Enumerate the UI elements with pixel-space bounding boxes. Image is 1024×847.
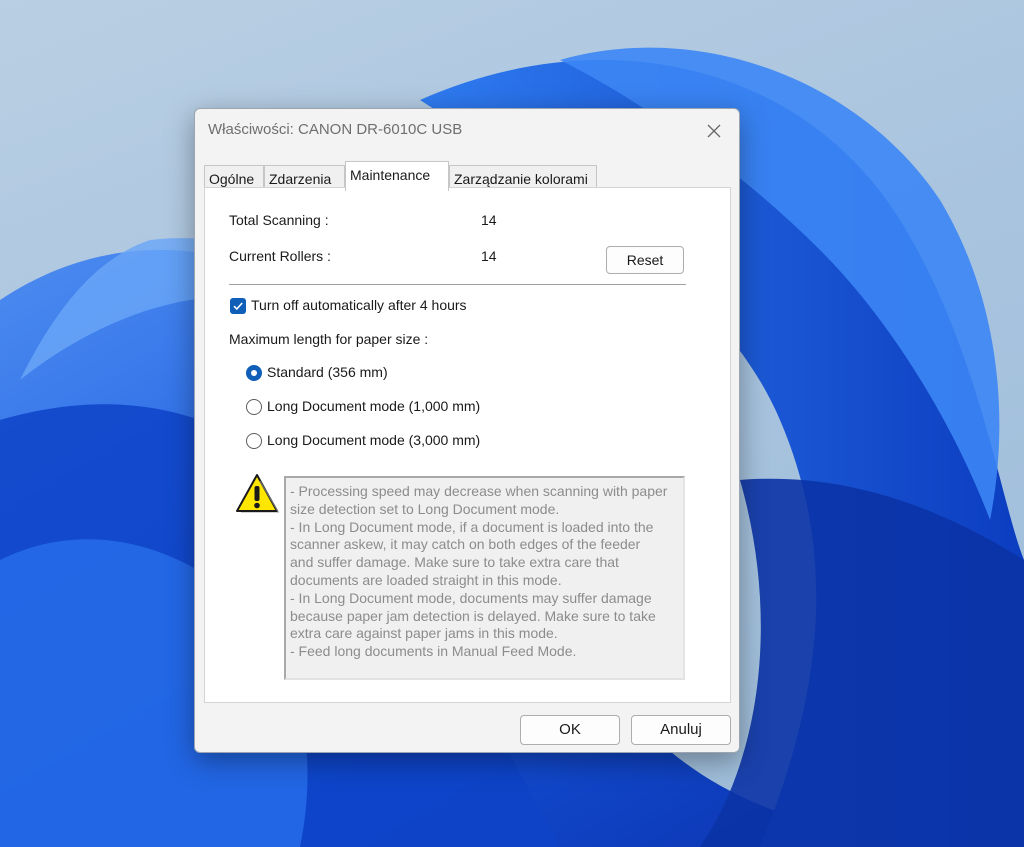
note-line: scanner askew, it may catch on both edge… [290, 536, 641, 553]
radio-long-1000[interactable] [246, 399, 262, 415]
total-scanning-value: 14 [481, 212, 497, 228]
auto-off-checkbox[interactable] [230, 298, 246, 314]
tab-maintenance[interactable]: Maintenance [345, 161, 449, 191]
ok-button[interactable]: OK [520, 715, 620, 745]
warning-notes: - Processing speed may decrease when sca… [284, 476, 685, 680]
radio-long-3000[interactable] [246, 433, 262, 449]
tab-general[interactable]: Ogólne [204, 165, 264, 189]
note-line: - Feed long documents in Manual Feed Mod… [290, 643, 577, 660]
maintenance-panel: Total Scanning : 14 Current Rollers : 14… [204, 187, 731, 703]
radio-long-3000-label[interactable]: Long Document mode (3,000 mm) [267, 432, 480, 448]
current-rollers-value: 14 [481, 248, 497, 264]
note-line: - In Long Document mode, documents may s… [290, 589, 652, 606]
note-line: because paper jam detection is delayed. … [290, 607, 656, 624]
warning-icon [236, 474, 279, 513]
radio-standard-label[interactable]: Standard (356 mm) [267, 364, 388, 380]
note-line: and suffer damage. Make sure to take ext… [290, 554, 619, 571]
note-line: extra care against paper jams in this mo… [290, 625, 558, 642]
tab-color-management[interactable]: Zarządzanie kolorami [449, 165, 597, 189]
radio-long-1000-label[interactable]: Long Document mode (1,000 mm) [267, 398, 480, 414]
close-button[interactable] [697, 117, 731, 145]
window-title: Właściwości: CANON DR-6010C USB [208, 121, 463, 138]
checkmark-icon [233, 302, 243, 311]
note-line: - In Long Document mode, if a document i… [290, 518, 654, 535]
properties-dialog: Właściwości: CANON DR-6010C USB Ogólne Z… [194, 108, 740, 753]
total-scanning-label: Total Scanning : [229, 212, 329, 228]
note-line: size detection set to Long Document mode… [290, 500, 560, 517]
close-icon [707, 124, 721, 138]
note-line: - Processing speed may decrease when sca… [290, 483, 668, 499]
reset-button[interactable]: Reset [606, 246, 684, 274]
tab-events[interactable]: Zdarzenia [264, 165, 345, 189]
separator [229, 284, 686, 285]
title-bar: Właściwości: CANON DR-6010C USB [195, 109, 739, 153]
auto-off-label[interactable]: Turn off automatically after 4 hours [251, 297, 467, 313]
radio-standard[interactable] [246, 365, 262, 381]
cancel-button[interactable]: Anuluj [631, 715, 731, 745]
paper-size-heading: Maximum length for paper size : [229, 331, 429, 347]
note-line: documents are loaded straight in this mo… [290, 571, 562, 588]
current-rollers-label: Current Rollers : [229, 248, 331, 264]
